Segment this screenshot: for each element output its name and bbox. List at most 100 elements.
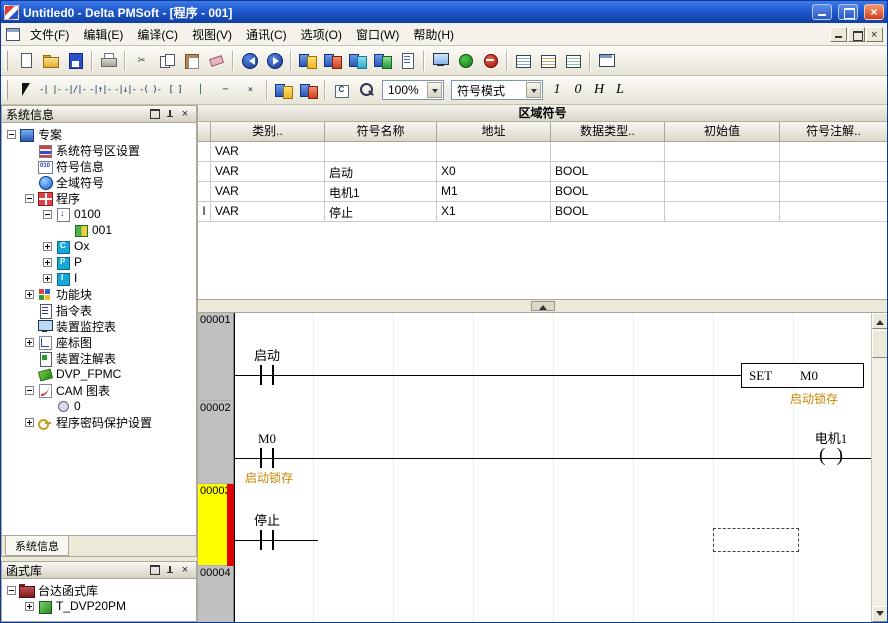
network-number-gutter[interactable]: 00001 <box>198 313 234 401</box>
network-canvas[interactable]: 停止 <box>234 484 871 566</box>
contact-no-button[interactable]: -| |- <box>38 78 62 102</box>
print-button[interactable] <box>96 49 120 73</box>
compile-ladder-button[interactable] <box>295 49 319 73</box>
column-symbol-comment[interactable]: 符号注解.. <box>780 122 887 142</box>
horizontal-line-button[interactable]: ─ <box>213 78 237 102</box>
device-comment-table-button[interactable] <box>536 49 560 73</box>
tree-item-project[interactable]: 专案 <box>2 126 196 142</box>
clear-button[interactable] <box>204 49 228 73</box>
contact-nc-button[interactable]: -|/|- <box>63 78 87 102</box>
scroll-down-button[interactable] <box>872 606 888 622</box>
collapse-icon[interactable] <box>43 210 52 219</box>
tree-item-system-symbol-settings[interactable]: 系统符号区设置 <box>2 142 196 158</box>
table-row[interactable]: VAR 电机1 M1 BOOL <box>198 182 887 202</box>
pin-panel-button[interactable] <box>163 564 177 577</box>
cell-address[interactable]: X0 <box>437 162 551 182</box>
menu-view[interactable]: 视图(V) <box>185 23 239 46</box>
cut-button[interactable]: ✂ <box>129 49 153 73</box>
tree-item-cam-0[interactable]: 0 <box>2 398 196 414</box>
column-initial-value[interactable]: 初始值 <box>665 122 780 142</box>
zoom-tool-button[interactable] <box>354 78 378 102</box>
cell-class[interactable]: VAR <box>211 182 325 202</box>
stop-plc-button[interactable] <box>478 49 502 73</box>
network-canvas[interactable] <box>234 566 871 622</box>
network-canvas[interactable]: M0 启动锁存 电机1 <box>234 401 871 484</box>
tree-item-symbol-info[interactable]: 符号信息 <box>2 158 196 174</box>
cell-data-type[interactable]: BOOL <box>551 182 665 202</box>
compile-all-button[interactable] <box>345 49 369 73</box>
child-window-icon[interactable] <box>6 28 20 41</box>
collapse-up-button[interactable] <box>531 301 555 311</box>
set-low-button[interactable]: L <box>610 79 630 101</box>
expand-icon[interactable] <box>25 602 34 611</box>
set-high-button[interactable]: H <box>589 79 609 101</box>
tree-item-function-blocks[interactable]: 功能块 <box>2 286 196 302</box>
tree-item-cam-chart[interactable]: CAM 图表 <box>2 382 196 398</box>
chevron-down-icon[interactable] <box>427 82 442 98</box>
cross-reference-button[interactable] <box>561 49 585 73</box>
cell-class[interactable]: VAR <box>211 202 325 222</box>
cell-initial-value[interactable] <box>665 182 780 202</box>
append-network-button[interactable] <box>296 78 320 102</box>
column-address[interactable]: 地址 <box>437 122 551 142</box>
insert-network-button[interactable] <box>271 78 295 102</box>
vertical-line-button[interactable]: │ <box>188 78 212 102</box>
vertical-scrollbar[interactable] <box>871 313 887 622</box>
cell-data-type[interactable]: BOOL <box>551 202 665 222</box>
close-panel-button[interactable] <box>178 564 192 577</box>
child-close-button[interactable] <box>866 27 883 42</box>
tree-item-p[interactable]: P <box>2 254 196 270</box>
cell-symbol-name[interactable] <box>325 142 437 162</box>
cell-class[interactable]: VAR <box>211 162 325 182</box>
library-panel-header[interactable]: 函式库 <box>1 561 197 579</box>
force-on-button[interactable]: 1 <box>547 79 567 101</box>
network-number-gutter[interactable]: 00004 <box>198 566 234 622</box>
chevron-down-icon[interactable] <box>526 82 541 98</box>
table-row[interactable]: VAR 启动 X0 BOOL <box>198 162 887 182</box>
system-info-panel-header[interactable]: 系统信息 <box>1 105 197 123</box>
close-panel-button[interactable] <box>178 108 192 121</box>
tree-item-delta-library[interactable]: 台达函式库 <box>2 582 196 598</box>
scroll-up-button[interactable] <box>872 313 888 329</box>
edit-cursor-cell[interactable] <box>713 528 799 552</box>
output-coil-motor1[interactable]: 电机1 <box>818 448 844 468</box>
instruction-block-button[interactable]: [ ] <box>163 78 187 102</box>
collapse-icon[interactable] <box>25 194 34 203</box>
dock-tab-system-info[interactable]: 系统信息 <box>5 536 69 556</box>
contact-start[interactable]: 启动 <box>254 365 280 385</box>
copy-button[interactable] <box>154 49 178 73</box>
tree-item-dvp-fpmc[interactable]: DVP_FPMC <box>2 366 196 382</box>
output-coil-button[interactable]: -( )- <box>138 78 162 102</box>
comment-tool-button[interactable] <box>329 78 353 102</box>
tree-item-instruction-list[interactable]: 指令表 <box>2 302 196 318</box>
delete-line-button[interactable]: × <box>238 78 262 102</box>
save-button[interactable] <box>63 49 87 73</box>
menu-options[interactable]: 选项(O) <box>294 23 349 46</box>
new-button[interactable] <box>13 49 37 73</box>
expand-icon[interactable] <box>25 290 34 299</box>
cell-initial-value[interactable] <box>665 162 780 182</box>
zoom-select[interactable]: 100% <box>382 80 444 100</box>
menu-edit[interactable]: 编辑(E) <box>76 23 130 46</box>
open-button[interactable] <box>38 49 62 73</box>
display-mode-select[interactable]: 符号模式 <box>451 80 543 100</box>
cell-address[interactable]: X1 <box>437 202 551 222</box>
pin-panel-button[interactable] <box>163 108 177 121</box>
cell-address[interactable] <box>437 142 551 162</box>
tree-item-coordinate-chart[interactable]: 座标图 <box>2 334 196 350</box>
program-check-button[interactable] <box>395 49 419 73</box>
cell-symbol-comment[interactable] <box>780 182 887 202</box>
collapse-icon[interactable] <box>7 586 16 595</box>
menu-file[interactable]: 文件(F) <box>23 23 76 46</box>
cell-address[interactable]: M1 <box>437 182 551 202</box>
library-tree[interactable]: 台达函式库 T_DVP20PM <box>1 579 197 622</box>
tree-item-global-symbols[interactable]: 全域符号 <box>2 174 196 190</box>
collapse-icon[interactable] <box>7 130 16 139</box>
minimize-button[interactable] <box>812 4 832 20</box>
child-minimize-button[interactable] <box>830 27 847 42</box>
cell-symbol-comment[interactable] <box>780 142 887 162</box>
cell-symbol-comment[interactable] <box>780 202 887 222</box>
device-monitor-table-button[interactable] <box>511 49 535 73</box>
tree-item-t-dvp20pm[interactable]: T_DVP20PM <box>2 598 196 614</box>
contact-m0[interactable]: M0 启动锁存 <box>254 448 280 468</box>
